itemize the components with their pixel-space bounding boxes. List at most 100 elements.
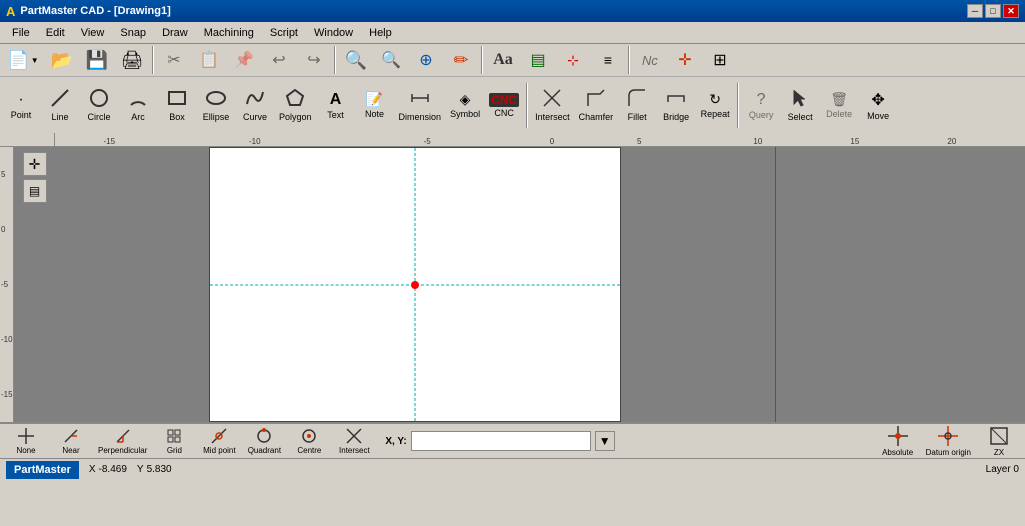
delete-label: Delete bbox=[826, 109, 852, 119]
polygon-label: Polygon bbox=[279, 112, 312, 122]
sep2 bbox=[334, 46, 336, 74]
undo-button[interactable]: ↩ bbox=[262, 45, 296, 75]
line-type-button[interactable]: ⊹ bbox=[556, 45, 590, 75]
chamfer-svg bbox=[586, 88, 606, 108]
paste-button[interactable]: 📌 bbox=[227, 45, 261, 75]
layer-icon: ▤ bbox=[530, 50, 545, 70]
redo-button[interactable]: ↪ bbox=[297, 45, 331, 75]
chamfer-button[interactable]: Chamfer bbox=[575, 79, 618, 131]
sep6 bbox=[737, 83, 739, 128]
fillet-button[interactable]: Fillet bbox=[618, 79, 656, 131]
text-button[interactable]: A Text bbox=[317, 79, 355, 131]
undo-icon: ↩ bbox=[272, 50, 285, 70]
menu-edit[interactable]: Edit bbox=[38, 25, 73, 41]
snap-near-button[interactable]: Near bbox=[49, 425, 93, 457]
open-button[interactable]: 📂 bbox=[45, 45, 79, 75]
snap-toolbar: None Near Perpendicular bbox=[0, 422, 1025, 458]
bridge-button[interactable]: Bridge bbox=[657, 79, 695, 131]
snap-none-icon bbox=[18, 428, 34, 446]
cut-button[interactable]: ✂ bbox=[157, 45, 191, 75]
arc-label: Arc bbox=[131, 112, 145, 122]
polygon-button[interactable]: Polygon bbox=[275, 79, 316, 131]
title-bar: A PartMaster CAD - [Drawing1] ─ □ ✕ bbox=[0, 0, 1025, 22]
menu-machining[interactable]: Machining bbox=[196, 25, 262, 41]
select-button[interactable]: Select bbox=[781, 79, 819, 131]
layer-button[interactable]: ▤ bbox=[521, 45, 555, 75]
grid-setup-button[interactable]: ✛ bbox=[668, 45, 702, 75]
select-svg bbox=[790, 88, 810, 108]
open-icon: 📂 bbox=[51, 50, 73, 71]
left-tool-panel: ✛ ▤ bbox=[14, 147, 55, 422]
note-button[interactable]: 📝 Note bbox=[356, 79, 394, 131]
menu-file[interactable]: File bbox=[4, 25, 38, 41]
dimension-button[interactable]: Dimension bbox=[395, 79, 446, 131]
xy-dropdown-btn[interactable]: ▼ bbox=[595, 431, 615, 451]
nav-tool-layers[interactable]: ▤ bbox=[23, 179, 47, 203]
snap-mid-icon bbox=[211, 428, 227, 446]
y-label: Y bbox=[137, 464, 144, 475]
cnc-button[interactable]: CNC CNC bbox=[485, 79, 523, 131]
menu-draw[interactable]: Draw bbox=[154, 25, 196, 41]
quad-svg bbox=[256, 428, 272, 444]
curve-button[interactable]: Curve bbox=[236, 79, 274, 131]
point-button[interactable]: · Point bbox=[2, 79, 40, 131]
line-width-button[interactable]: ≡ bbox=[591, 45, 625, 75]
repeat-button[interactable]: ↻ Repeat bbox=[696, 79, 734, 131]
sep1 bbox=[152, 46, 154, 74]
absolute-button[interactable]: Absolute bbox=[876, 425, 920, 457]
circle-button[interactable]: Circle bbox=[80, 79, 118, 131]
menu-help[interactable]: Help bbox=[361, 25, 400, 41]
line-button[interactable]: Line bbox=[41, 79, 79, 131]
previous-button[interactable]: 🔍 bbox=[374, 45, 408, 75]
save-button[interactable]: 💾 bbox=[80, 45, 114, 75]
intersect-label: Intersect bbox=[535, 112, 570, 122]
new-button[interactable]: 📄 ▼ bbox=[2, 45, 44, 75]
zoom-button[interactable]: 🔍 bbox=[339, 45, 373, 75]
text-style-button[interactable]: Aa bbox=[486, 45, 520, 75]
near-svg bbox=[63, 428, 79, 444]
delete-button[interactable]: 🗑 Delete bbox=[820, 79, 858, 131]
print-button[interactable]: 🖨 bbox=[115, 45, 149, 75]
query-button[interactable]: ? Query bbox=[742, 79, 780, 131]
snap-quadrant-button[interactable]: Quadrant bbox=[242, 425, 286, 457]
snap-perpendicular-button[interactable]: Perpendicular bbox=[94, 425, 151, 457]
snap-intersect-label: Intersect bbox=[339, 446, 370, 455]
snap-grid-button[interactable]: Grid bbox=[152, 425, 196, 457]
snap-none-button[interactable]: None bbox=[4, 425, 48, 457]
close-button[interactable]: ✕ bbox=[1003, 4, 1019, 18]
xy-coordinate-input[interactable] bbox=[411, 431, 591, 451]
cnc-icon: CNC bbox=[489, 93, 519, 107]
snap-none-label: None bbox=[16, 446, 35, 455]
zx-label: ZX bbox=[994, 448, 1004, 457]
canvas-wrapper[interactable] bbox=[55, 147, 775, 422]
zx-button[interactable]: ZX bbox=[977, 425, 1021, 457]
arc-button[interactable]: Arc bbox=[119, 79, 157, 131]
snap-grid-icon bbox=[166, 428, 182, 446]
zoom-view-button[interactable]: ⊕ bbox=[409, 45, 443, 75]
menu-script[interactable]: Script bbox=[262, 25, 306, 41]
none-svg bbox=[18, 428, 34, 444]
menu-window[interactable]: Window bbox=[306, 25, 361, 41]
symbol-button[interactable]: ◈ Symbol bbox=[446, 79, 484, 131]
nav-tool-crosshair[interactable]: ✛ bbox=[23, 152, 47, 176]
menu-snap[interactable]: Snap bbox=[112, 25, 154, 41]
grid-button[interactable]: ⊞ bbox=[703, 45, 737, 75]
intersect-button[interactable]: Intersect bbox=[531, 79, 574, 131]
maximize-button[interactable]: □ bbox=[985, 4, 1001, 18]
snap-centre-button[interactable]: Centre bbox=[287, 425, 331, 457]
datum-origin-button[interactable]: Datum origin bbox=[922, 425, 975, 457]
copy-button[interactable]: 📋 bbox=[192, 45, 226, 75]
menu-view[interactable]: View bbox=[73, 25, 113, 41]
redraw-button[interactable]: ✏ bbox=[444, 45, 478, 75]
symbol-icon: ◈ bbox=[460, 91, 471, 108]
curve-icon bbox=[245, 88, 265, 111]
nc-gallery-button[interactable]: Nc bbox=[633, 45, 667, 75]
minimize-button[interactable]: ─ bbox=[967, 4, 983, 18]
x-coordinate: X -8.469 bbox=[89, 464, 127, 475]
ellipse-button[interactable]: Ellipse bbox=[197, 79, 235, 131]
move-button[interactable]: ✥ Move bbox=[859, 79, 897, 131]
snap-intersect-button[interactable]: Intersect bbox=[332, 425, 376, 457]
snap-midpoint-button[interactable]: Mid point bbox=[197, 425, 241, 457]
ellipse-label: Ellipse bbox=[203, 112, 230, 122]
box-button[interactable]: Box bbox=[158, 79, 196, 131]
